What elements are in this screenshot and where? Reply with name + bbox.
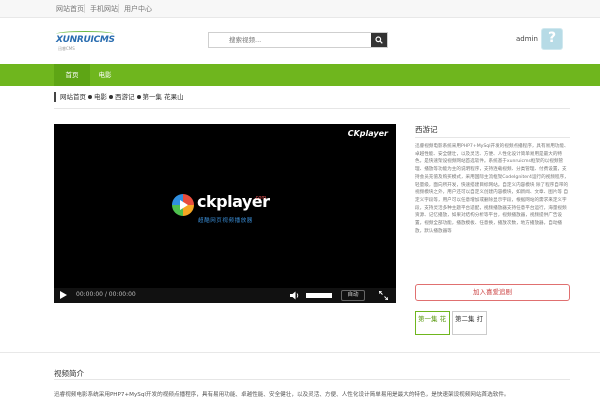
fullscreen-icon[interactable] [379,291,388,300]
divider [54,108,570,109]
topbar-divider [118,4,119,13]
logo-subtitle: 迅睿CMS [58,46,75,51]
divider [54,379,570,380]
player-center-logo: ckplayer .com 超酷网页视频播放器 [172,192,282,232]
play-icon[interactable] [60,291,67,299]
search-box [208,32,388,48]
player-controls: 00:00:00 / 00:00:00 自动 [54,288,396,303]
nav-item-movies[interactable]: 电影 [90,64,120,86]
intro-heading: 视频简介 [54,369,84,378]
ckplayer-logo-suffix: .com [254,195,267,201]
breadcrumb: 网站首页 电影 西游记 第一集 花果山 [54,92,184,102]
topbar-link-mobile[interactable]: 手机网站 [90,4,118,14]
divider [415,137,570,138]
search-button[interactable] [371,33,387,47]
topbar-divider [84,4,85,13]
site-header: XUNRUICMS 迅睿CMS admin ? [0,18,600,64]
breadcrumb-movies[interactable]: 电影 [94,93,107,101]
topbar-link-home[interactable]: 网站首页 [56,4,84,14]
player-time: 00:00:00 / 00:00:00 [76,291,136,298]
player-brand: CKplayer [347,129,388,138]
volume-icon[interactable] [290,291,300,300]
breadcrumb-separator [88,94,92,99]
user-name-link[interactable]: admin [516,35,538,43]
video-player[interactable]: CKplayer ckplayer .com 超酷网页视频播放器 00:00:0… [54,124,396,303]
logo-text: XUNRUICMS [56,35,115,45]
main-nav: 首页 电影 [0,64,600,86]
top-bar: 网站首页 手机网站 用户中心 [0,0,600,18]
breadcrumb-current: 第一集 花果山 [142,93,184,101]
ckplayer-logo-icon [172,194,194,216]
breadcrumb-home[interactable]: 网站首页 [60,93,86,101]
intro-text: 迅睿视频电影系统采用PHP7+MySql开发的视频点播程序，具有易用功能、卓越性… [54,392,510,398]
series-title: 西游记 [415,125,438,134]
search-input[interactable] [209,33,371,47]
add-to-favorites-button[interactable]: 加入喜爱追剧 [415,284,570,301]
avatar-placeholder-icon: ? [547,30,557,46]
divider [0,352,600,353]
breadcrumb-separator [136,94,141,99]
nav-item-home[interactable]: 首页 [54,64,90,86]
volume-slider[interactable] [306,293,332,298]
breadcrumb-separator [109,94,113,99]
series-description: 迅睿视频电影系统采用PHP7+MySql开发的视频点播程序，具有易用功能、卓越性… [415,144,569,234]
search-icon [375,36,383,44]
quality-auto-button[interactable]: 自动 [341,290,365,301]
avatar[interactable]: ? [541,28,563,50]
ckplayer-slogan: 超酷网页视频播放器 [198,218,253,224]
breadcrumb-series[interactable]: 西游记 [115,93,135,101]
episode-item[interactable]: 第一集 花 [415,311,450,335]
site-logo[interactable]: XUNRUICMS 迅睿CMS [56,29,116,55]
topbar-link-user-center[interactable]: 用户中心 [124,4,152,14]
episode-item[interactable]: 第二集 打 [452,311,487,335]
